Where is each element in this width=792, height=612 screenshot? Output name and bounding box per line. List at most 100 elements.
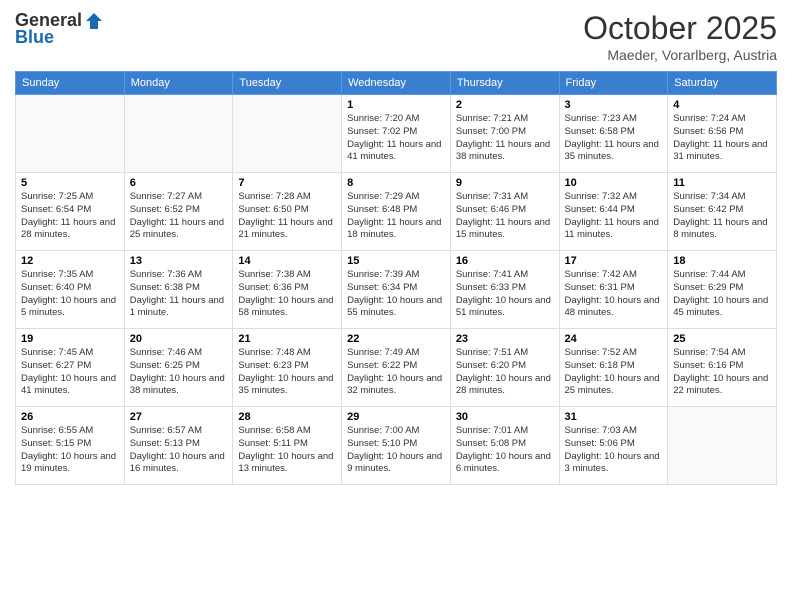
table-row: 18Sunrise: 7:44 AMSunset: 6:29 PMDayligh…	[668, 251, 777, 329]
day-number: 15	[347, 255, 445, 267]
table-row: 1Sunrise: 7:20 AMSunset: 7:02 PMDaylight…	[342, 95, 451, 173]
table-row: 20 Sunrise: 7:46 AMSunset: 6:25 PMDayligh…	[124, 329, 233, 407]
table-row	[668, 407, 777, 485]
day-info: Sunrise: 7:35 AMSunset: 6:40 PMDaylight:…	[21, 269, 119, 320]
day-info: Sunrise: 7:44 AMSunset: 6:29 PMDaylight:…	[673, 269, 771, 320]
day-number: 11	[673, 177, 771, 189]
day-number: 29	[347, 411, 445, 423]
location: Maeder, Vorarlberg, Austria	[583, 47, 777, 63]
col-wednesday: Wednesday	[342, 72, 451, 95]
table-row	[124, 95, 233, 173]
day-info: Sunrise: 7:29 AMSunset: 6:48 PMDaylight:…	[347, 191, 445, 242]
day-info: Sunrise: 7:24 AMSunset: 6:56 PMDaylight:…	[673, 113, 771, 164]
day-number: 22	[347, 333, 445, 345]
table-row: 15 Sunrise: 7:39 AMSunset: 6:34 PMDayligh…	[342, 251, 451, 329]
day-info: Sunrise: 6:57 AMSunset: 5:13 PMDaylight:…	[130, 425, 228, 476]
col-saturday: Saturday	[668, 72, 777, 95]
day-number: 4	[673, 99, 771, 111]
table-row: 24Sunrise: 7:52 AMSunset: 6:18 PMDayligh…	[559, 329, 668, 407]
day-number: 21	[238, 333, 336, 345]
day-info: Sunrise: 7:39 AMSunset: 6:34 PMDaylight:…	[347, 269, 445, 320]
day-info: Sunrise: 7:03 AMSunset: 5:06 PMDaylight:…	[565, 425, 663, 476]
day-number: 20	[130, 333, 228, 345]
day-info: Sunrise: 6:55 AMSunset: 5:15 PMDaylight:…	[21, 425, 119, 476]
day-info: Sunrise: 7:38 AMSunset: 6:36 PMDaylight:…	[238, 269, 336, 320]
day-info: Sunrise: 6:58 AMSunset: 5:11 PMDaylight:…	[238, 425, 336, 476]
day-number: 25	[673, 333, 771, 345]
day-number: 30	[456, 411, 554, 423]
day-number: 26	[21, 411, 119, 423]
table-row: 13 Sunrise: 7:36 AMSunset: 6:38 PMDayligh…	[124, 251, 233, 329]
day-number: 17	[565, 255, 663, 267]
day-info: Sunrise: 7:49 AMSunset: 6:22 PMDaylight:…	[347, 347, 445, 398]
day-info: Sunrise: 7:42 AMSunset: 6:31 PMDaylight:…	[565, 269, 663, 320]
logo: General Blue	[15, 10, 104, 48]
col-friday: Friday	[559, 72, 668, 95]
day-info: Sunrise: 7:23 AMSunset: 6:58 PMDaylight:…	[565, 113, 663, 164]
day-number: 6	[130, 177, 228, 189]
day-number: 9	[456, 177, 554, 189]
table-row: 27 Sunrise: 6:57 AMSunset: 5:13 PMDayligh…	[124, 407, 233, 485]
day-info: Sunrise: 7:46 AMSunset: 6:25 PMDaylight:…	[130, 347, 228, 398]
calendar-header-row: Sunday Monday Tuesday Wednesday Thursday…	[16, 72, 777, 95]
day-number: 5	[21, 177, 119, 189]
table-row: 8 Sunrise: 7:29 AMSunset: 6:48 PMDaylight…	[342, 173, 451, 251]
table-row: 26 Sunrise: 6:55 AMSunset: 5:15 PMDayligh…	[16, 407, 125, 485]
table-row: 25 Sunrise: 7:54 AMSunset: 6:16 PMDayligh…	[668, 329, 777, 407]
table-row: 22 Sunrise: 7:49 AMSunset: 6:22 PMDayligh…	[342, 329, 451, 407]
table-row: 19Sunrise: 7:45 AMSunset: 6:27 PMDayligh…	[16, 329, 125, 407]
day-number: 19	[21, 333, 119, 345]
calendar-week-row: 26 Sunrise: 6:55 AMSunset: 5:15 PMDayligh…	[16, 407, 777, 485]
day-info: Sunrise: 7:41 AMSunset: 6:33 PMDaylight:…	[456, 269, 554, 320]
day-info: Sunrise: 7:36 AMSunset: 6:38 PMDaylight:…	[130, 269, 228, 320]
table-row: 31Sunrise: 7:03 AMSunset: 5:06 PMDayligh…	[559, 407, 668, 485]
table-row: 2Sunrise: 7:21 AMSunset: 7:00 PMDaylight…	[450, 95, 559, 173]
month-title: October 2025	[583, 10, 777, 47]
day-info: Sunrise: 7:01 AMSunset: 5:08 PMDaylight:…	[456, 425, 554, 476]
col-tuesday: Tuesday	[233, 72, 342, 95]
day-number: 14	[238, 255, 336, 267]
day-number: 3	[565, 99, 663, 111]
day-info: Sunrise: 7:27 AMSunset: 6:52 PMDaylight:…	[130, 191, 228, 242]
logo-icon	[84, 11, 104, 31]
col-monday: Monday	[124, 72, 233, 95]
day-number: 13	[130, 255, 228, 267]
day-info: Sunrise: 7:32 AMSunset: 6:44 PMDaylight:…	[565, 191, 663, 242]
table-row: 6 Sunrise: 7:27 AMSunset: 6:52 PMDaylight…	[124, 173, 233, 251]
day-number: 1	[347, 99, 445, 111]
day-info: Sunrise: 7:52 AMSunset: 6:18 PMDaylight:…	[565, 347, 663, 398]
calendar-week-row: 19Sunrise: 7:45 AMSunset: 6:27 PMDayligh…	[16, 329, 777, 407]
table-row: 4 Sunrise: 7:24 AMSunset: 6:56 PMDaylight…	[668, 95, 777, 173]
table-row: 10Sunrise: 7:32 AMSunset: 6:44 PMDayligh…	[559, 173, 668, 251]
table-row: 28 Sunrise: 6:58 AMSunset: 5:11 PMDayligh…	[233, 407, 342, 485]
page: General Blue October 2025 Maeder, Vorarl…	[0, 0, 792, 612]
table-row: 11 Sunrise: 7:34 AMSunset: 6:42 PMDayligh…	[668, 173, 777, 251]
day-number: 7	[238, 177, 336, 189]
day-info: Sunrise: 7:34 AMSunset: 6:42 PMDaylight:…	[673, 191, 771, 242]
table-row: 23 Sunrise: 7:51 AMSunset: 6:20 PMDayligh…	[450, 329, 559, 407]
day-info: Sunrise: 7:51 AMSunset: 6:20 PMDaylight:…	[456, 347, 554, 398]
calendar-week-row: 5 Sunrise: 7:25 AMSunset: 6:54 PMDaylight…	[16, 173, 777, 251]
calendar-table: Sunday Monday Tuesday Wednesday Thursday…	[15, 71, 777, 485]
day-number: 12	[21, 255, 119, 267]
day-info: Sunrise: 7:28 AMSunset: 6:50 PMDaylight:…	[238, 191, 336, 242]
table-row: 21Sunrise: 7:48 AMSunset: 6:23 PMDayligh…	[233, 329, 342, 407]
day-number: 23	[456, 333, 554, 345]
col-sunday: Sunday	[16, 72, 125, 95]
day-info: Sunrise: 7:31 AMSunset: 6:46 PMDaylight:…	[456, 191, 554, 242]
day-number: 8	[347, 177, 445, 189]
day-number: 2	[456, 99, 554, 111]
table-row: 17 Sunrise: 7:42 AMSunset: 6:31 PMDayligh…	[559, 251, 668, 329]
table-row: 3 Sunrise: 7:23 AMSunset: 6:58 PMDaylight…	[559, 95, 668, 173]
table-row	[233, 95, 342, 173]
day-info: Sunrise: 7:25 AMSunset: 6:54 PMDaylight:…	[21, 191, 119, 242]
day-number: 28	[238, 411, 336, 423]
table-row	[16, 95, 125, 173]
calendar-week-row: 1Sunrise: 7:20 AMSunset: 7:02 PMDaylight…	[16, 95, 777, 173]
day-info: Sunrise: 7:54 AMSunset: 6:16 PMDaylight:…	[673, 347, 771, 398]
table-row: 29 Sunrise: 7:00 AMSunset: 5:10 PMDayligh…	[342, 407, 451, 485]
table-row: 14 Sunrise: 7:38 AMSunset: 6:36 PMDayligh…	[233, 251, 342, 329]
day-number: 27	[130, 411, 228, 423]
day-info: Sunrise: 7:00 AMSunset: 5:10 PMDaylight:…	[347, 425, 445, 476]
table-row: 5 Sunrise: 7:25 AMSunset: 6:54 PMDaylight…	[16, 173, 125, 251]
